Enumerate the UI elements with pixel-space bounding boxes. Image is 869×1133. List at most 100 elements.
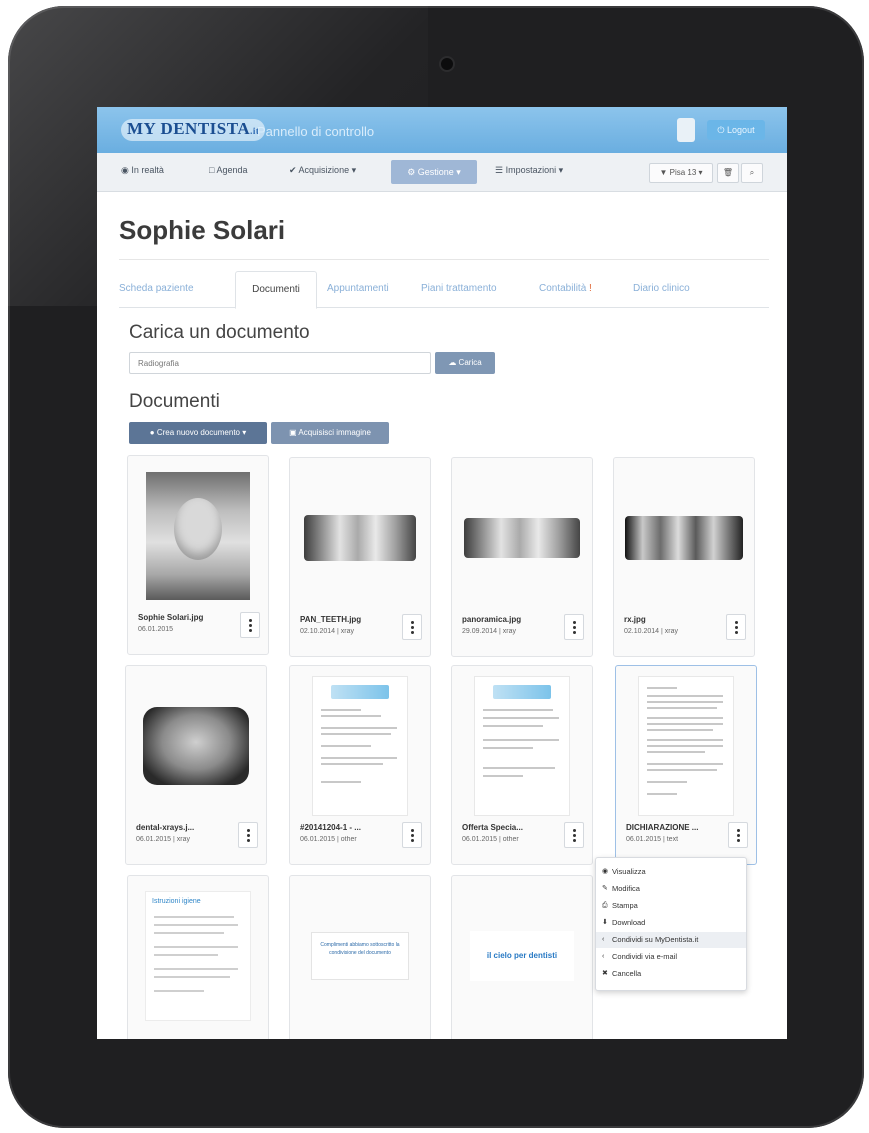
- location-dropdown[interactable]: ▼ Pisa 13 ▾: [649, 163, 713, 183]
- thumbnail-notice: Complimenti abbiamo sottoscritto la cond…: [300, 886, 420, 1026]
- nav-item-agenda[interactable]: □ Agenda: [209, 165, 247, 175]
- tab-contabilita-label: Contabilità: [539, 283, 587, 294]
- more-options-icon[interactable]: [728, 822, 748, 848]
- document-card[interactable]: PAN_TEETH.jpg 02.10.2014 | xray: [289, 457, 431, 657]
- logout-button[interactable]: ⏻ Logout: [707, 120, 765, 140]
- document-meta: 29.09.2014 | xray: [462, 628, 516, 635]
- more-options-icon[interactable]: [240, 612, 260, 638]
- tab-appuntamenti[interactable]: Appuntamenti: [327, 283, 389, 294]
- nav-item-impostazioni[interactable]: ☰ Impostazioni ▾: [495, 165, 563, 176]
- document-name: dental-xrays.j...: [136, 823, 195, 832]
- edit-icon: ✎: [602, 885, 608, 892]
- trash-icon[interactable]: 🗑: [717, 163, 739, 183]
- more-options-icon[interactable]: [564, 614, 584, 640]
- nav-item-gestione[interactable]: ⚙ Gestione ▾: [391, 160, 477, 184]
- acquire-image-button[interactable]: ▣ Acquisisci immagine: [271, 422, 389, 444]
- menu-item-label: Visualizza: [612, 867, 646, 876]
- tab-piani-trattamento[interactable]: Piani trattamento: [421, 283, 497, 294]
- more-options-icon[interactable]: [564, 822, 584, 848]
- document-meta: 06.01.2015 | other: [300, 836, 357, 843]
- top-bar: MY DENTISTA.it Pannello di controllo ⏻ L…: [97, 107, 787, 153]
- share-icon: ‹: [602, 936, 605, 943]
- divider: [119, 259, 769, 260]
- tab-contabilita[interactable]: Contabilità !: [539, 283, 592, 294]
- delete-icon: ✖: [602, 970, 608, 977]
- document-card[interactable]: #20141204-1 - ... 06.01.2015 | other: [289, 665, 431, 865]
- document-card[interactable]: panoramica.jpg 29.09.2014 | xray: [451, 457, 593, 657]
- app-screen: MY DENTISTA.it Pannello di controllo ⏻ L…: [97, 107, 787, 1039]
- download-icon: ⬇: [602, 919, 608, 926]
- thumbnail-xray: [136, 676, 256, 816]
- alert-badge: !: [589, 283, 592, 294]
- menu-item-label: Stampa: [612, 901, 638, 910]
- share-icon: ‹: [602, 953, 605, 960]
- igiene-title: Istruzioni igiene: [152, 898, 201, 905]
- document-name: rx.jpg: [624, 615, 646, 624]
- thumbnail-xray: [624, 468, 744, 608]
- tab-diario-clinico[interactable]: Diario clinico: [633, 283, 690, 294]
- eye-icon: ◉: [602, 868, 609, 875]
- thumbnail-document: [462, 676, 582, 816]
- document-card-selected[interactable]: DICHIARAZIONE ... 06.01.2015 | text: [615, 665, 757, 865]
- documents-heading: Documenti: [129, 391, 220, 412]
- document-name: Sophie Solari.jpg: [138, 613, 204, 622]
- main-navbar: ◉ In realtà □ Agenda ✔ Acquisizione ▾ ⚙ …: [97, 153, 787, 192]
- thumbnail-xray: [300, 468, 420, 608]
- search-icon[interactable]: ⌕: [741, 163, 763, 183]
- menu-item-stampa[interactable]: ⎙ Stampa: [596, 898, 746, 914]
- menu-item-download[interactable]: ⬇ Download: [596, 915, 746, 931]
- more-options-icon[interactable]: [402, 614, 422, 640]
- document-meta: 06.01.2015 | text: [626, 836, 679, 843]
- patient-tabs: Scheda paziente Documenti Appuntamenti P…: [119, 271, 769, 309]
- document-type-input[interactable]: Radiografia: [129, 352, 431, 374]
- user-avatar[interactable]: [677, 118, 695, 142]
- thumbnail-xray: [462, 468, 582, 608]
- document-card[interactable]: dental-xrays.j... 06.01.2015 | xray: [125, 665, 267, 865]
- document-meta: 02.10.2014 | xray: [624, 628, 678, 635]
- tab-scheda-paziente[interactable]: Scheda paziente: [119, 283, 194, 294]
- document-card[interactable]: Sophie Solari.jpg 06.01.2015: [127, 455, 269, 655]
- new-document-button[interactable]: ● Crea nuovo documento ▾: [129, 422, 267, 444]
- thumbnail-portrait: [138, 466, 258, 606]
- upload-button[interactable]: ☁ Carica: [435, 352, 495, 374]
- document-meta: 02.10.2014 | xray: [300, 628, 354, 635]
- document-meta: 06.01.2015 | xray: [136, 836, 190, 843]
- document-card[interactable]: Istruzioni igiene: [127, 875, 269, 1039]
- menu-item-label: Modifica: [612, 884, 640, 893]
- document-name: panoramica.jpg: [462, 615, 522, 624]
- menu-item-label: Download: [612, 918, 646, 927]
- document-card[interactable]: Complimenti abbiamo sottoscritto la cond…: [289, 875, 431, 1039]
- menu-item-cancella[interactable]: ✖ Cancella: [596, 966, 746, 982]
- menu-item-visualizza[interactable]: ◉ Visualizza: [596, 864, 746, 880]
- menu-item-label: Cancella: [612, 969, 642, 978]
- document-meta: 06.01.2015 | other: [462, 836, 519, 843]
- nav-item-realtime[interactable]: ◉ In realtà: [121, 165, 164, 176]
- menu-item-label: Condividi via e-mail: [612, 952, 678, 961]
- menu-item-share-email[interactable]: ‹ Condividi via e-mail: [596, 949, 746, 965]
- document-name: PAN_TEETH.jpg: [300, 615, 362, 624]
- camera-icon: [441, 58, 453, 70]
- document-card[interactable]: il cielo per dentisti: [451, 875, 593, 1039]
- menu-item-modifica[interactable]: ✎ Modifica: [596, 881, 746, 897]
- more-options-icon[interactable]: [238, 822, 258, 848]
- document-card[interactable]: Offerta Specia... 06.01.2015 | other: [451, 665, 593, 865]
- app-logo[interactable]: MY DENTISTA.it: [121, 119, 266, 141]
- document-meta: 06.01.2015: [138, 626, 174, 633]
- thumbnail-igiene: Istruzioni igiene: [138, 886, 258, 1026]
- tab-documenti[interactable]: Documenti: [235, 271, 317, 309]
- document-name: #20141204-1 - ...: [300, 823, 361, 832]
- thumbnail-document: [300, 676, 420, 816]
- menu-item-label: Condividi su MyDentista.it: [612, 935, 699, 944]
- nav-item-acquisizione[interactable]: ✔ Acquisizione ▾: [289, 165, 356, 176]
- more-options-icon[interactable]: [402, 822, 422, 848]
- print-icon: ⎙: [602, 902, 608, 909]
- banner-text: il cielo per dentisti: [470, 931, 574, 981]
- document-name: Offerta Specia...: [462, 823, 523, 832]
- menu-item-share-mydentista[interactable]: ‹ Condividi su MyDentista.it: [596, 932, 746, 948]
- document-card[interactable]: rx.jpg 02.10.2014 | xray: [613, 457, 755, 657]
- logo-text: MY DENTISTA: [127, 119, 251, 138]
- notice-text: Complimenti abbiamo sottoscritto la cond…: [311, 932, 409, 980]
- panel-title: Pannello di controllo: [257, 124, 375, 139]
- more-options-icon[interactable]: [726, 614, 746, 640]
- document-name: DICHIARAZIONE ...: [626, 823, 699, 832]
